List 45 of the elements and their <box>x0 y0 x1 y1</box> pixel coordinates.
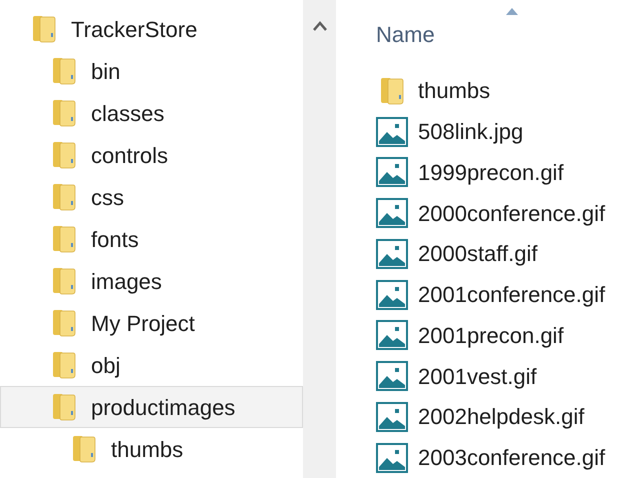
file-name[interactable]: 2001vest.gif <box>418 360 537 393</box>
tree-item[interactable]: fonts <box>0 218 303 260</box>
tree-item[interactable]: productimages <box>0 386 303 428</box>
scroll-up-icon[interactable] <box>312 20 328 32</box>
tree-item[interactable]: images <box>0 260 303 302</box>
image-file-icon <box>376 402 408 432</box>
image-file-icon <box>376 238 408 269</box>
file-name[interactable]: 2000conference.gif <box>418 196 606 230</box>
file-name[interactable]: thumbs <box>418 74 490 108</box>
folder-icon <box>51 99 77 127</box>
folder-icon <box>51 351 77 379</box>
file-name[interactable]: 2000staff.gif <box>418 237 538 270</box>
tree-item[interactable]: obj <box>0 344 303 386</box>
tree-item[interactable]: TrackerStore <box>0 8 303 50</box>
image-file-icon <box>376 361 408 392</box>
folder-icon <box>51 57 77 85</box>
tree-item[interactable]: My Project <box>0 302 303 344</box>
folder-icon <box>51 183 77 211</box>
tree-item[interactable]: css <box>0 176 303 218</box>
column-header[interactable]: Name <box>376 22 435 47</box>
image-file-icon <box>376 280 408 310</box>
folder-icon <box>51 393 77 421</box>
folder-icon <box>51 141 77 169</box>
image-file-icon <box>376 157 408 188</box>
tree-item[interactable]: thumbs <box>0 428 303 470</box>
file-name[interactable]: 1999precon.gif <box>418 156 564 189</box>
file-name[interactable]: 2001conference.gif <box>418 278 606 312</box>
folder-icon <box>31 15 57 43</box>
image-file-icon <box>376 320 408 350</box>
folder-icon <box>71 435 97 463</box>
file-name[interactable]: 2001precon.gif <box>418 318 564 352</box>
folder-icon <box>51 267 77 295</box>
image-file-icon <box>376 198 408 228</box>
tree-item[interactable]: controls <box>0 134 303 176</box>
sort-ascending-icon <box>506 8 518 15</box>
file-name[interactable]: 508link.jpg <box>418 115 524 148</box>
tree-item[interactable]: bin <box>0 50 303 92</box>
folder-icon <box>379 76 405 105</box>
image-file-icon <box>376 116 408 147</box>
image-file-icon <box>376 442 408 473</box>
folder-icon <box>51 225 77 253</box>
file-name[interactable]: 2002helpdesk.gif <box>418 400 584 434</box>
tree-item[interactable]: classes <box>0 92 303 134</box>
folder-icon <box>51 309 77 337</box>
file-name[interactable]: 2003conference.gif <box>418 441 606 474</box>
